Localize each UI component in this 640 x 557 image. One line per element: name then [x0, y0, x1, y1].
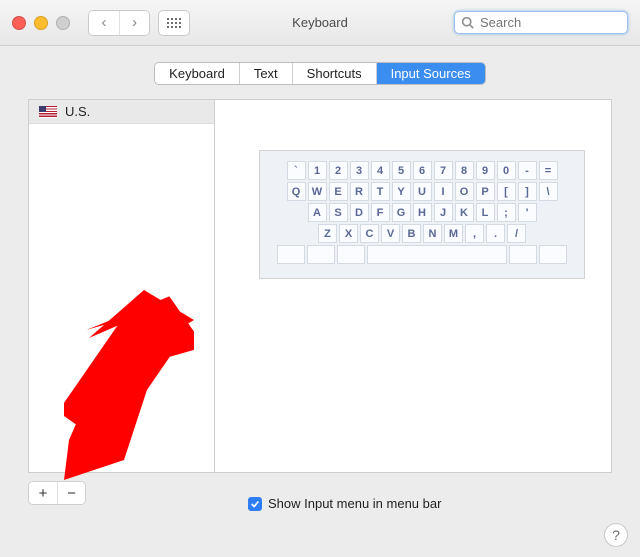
- tab-keyboard[interactable]: Keyboard: [155, 63, 239, 84]
- key: [367, 245, 507, 264]
- toolbar: ‹ › Keyboard: [0, 0, 640, 46]
- show-input-menu-row: Show Input menu in menu bar: [248, 496, 441, 511]
- window-controls: [12, 16, 70, 30]
- key: T: [371, 182, 390, 201]
- grid-icon: [167, 18, 181, 28]
- minimize-icon[interactable]: [34, 16, 48, 30]
- keyboard-layout-preview: ` 1 2 3 4 5 6 7 8 9 0 - =: [259, 150, 585, 279]
- source-name: U.S.: [65, 104, 90, 119]
- plus-icon: +: [39, 485, 48, 502]
- key: Y: [392, 182, 411, 201]
- key: ': [518, 203, 537, 222]
- help-button[interactable]: ?: [604, 523, 628, 547]
- add-source-button[interactable]: +: [29, 482, 57, 504]
- key: K: [455, 203, 474, 222]
- key: N: [423, 224, 442, 243]
- key: [: [497, 182, 516, 201]
- key: L: [476, 203, 495, 222]
- content: U.S. ` 1 2 3 4 5 6 7 8 9: [28, 99, 612, 473]
- show-all-button[interactable]: [158, 10, 190, 36]
- source-detail: ` 1 2 3 4 5 6 7 8 9 0 - =: [215, 100, 611, 472]
- tab-text[interactable]: Text: [239, 63, 292, 84]
- key: [307, 245, 335, 264]
- chevron-left-icon: ‹: [102, 14, 107, 31]
- key: [509, 245, 537, 264]
- chevron-right-icon: ›: [132, 14, 137, 31]
- key: 7: [434, 161, 453, 180]
- forward-button[interactable]: ›: [119, 11, 149, 35]
- key: F: [371, 203, 390, 222]
- key: ;: [497, 203, 516, 222]
- key: O: [455, 182, 474, 201]
- add-remove-buttons: + −: [28, 481, 86, 505]
- key: J: [434, 203, 453, 222]
- key: [277, 245, 305, 264]
- key: X: [339, 224, 358, 243]
- close-icon[interactable]: [12, 16, 26, 30]
- key: =: [539, 161, 558, 180]
- key: M: [444, 224, 463, 243]
- key: 6: [413, 161, 432, 180]
- keyboard-prefs-window: ‹ › Keyboard Keyboard Text Shortcuts Inp…: [0, 0, 640, 557]
- key: I: [434, 182, 453, 201]
- tab-segment: Keyboard Text Shortcuts Input Sources: [154, 62, 486, 85]
- key: A: [308, 203, 327, 222]
- tab-bar: Keyboard Text Shortcuts Input Sources: [0, 46, 640, 99]
- key: -: [518, 161, 537, 180]
- minus-icon: −: [67, 485, 76, 502]
- key: B: [402, 224, 421, 243]
- key: W: [308, 182, 327, 201]
- search-input[interactable]: [478, 14, 621, 31]
- key: V: [381, 224, 400, 243]
- key: C: [360, 224, 379, 243]
- us-flag-icon: [39, 106, 57, 118]
- key: ,: [465, 224, 484, 243]
- tab-shortcuts[interactable]: Shortcuts: [292, 63, 376, 84]
- key: R: [350, 182, 369, 201]
- key: D: [350, 203, 369, 222]
- remove-source-button[interactable]: −: [57, 482, 85, 504]
- question-icon: ?: [612, 527, 620, 543]
- source-list[interactable]: U.S.: [29, 100, 215, 472]
- key: S: [329, 203, 348, 222]
- nav-buttons: ‹ ›: [88, 10, 150, 36]
- key: 1: [308, 161, 327, 180]
- search-field[interactable]: [454, 11, 628, 34]
- key: 5: [392, 161, 411, 180]
- tab-input-sources[interactable]: Input Sources: [376, 63, 485, 84]
- key: P: [476, 182, 495, 201]
- key: E: [329, 182, 348, 201]
- search-icon: [461, 16, 474, 29]
- key: .: [486, 224, 505, 243]
- key: 3: [350, 161, 369, 180]
- key: /: [507, 224, 526, 243]
- key: 2: [329, 161, 348, 180]
- key: ]: [518, 182, 537, 201]
- key: H: [413, 203, 432, 222]
- key: G: [392, 203, 411, 222]
- key: \: [539, 182, 558, 201]
- back-button[interactable]: ‹: [89, 11, 119, 35]
- list-item[interactable]: U.S.: [29, 100, 214, 124]
- show-input-menu-checkbox[interactable]: [248, 497, 262, 511]
- key: 9: [476, 161, 495, 180]
- key: 8: [455, 161, 474, 180]
- key: 4: [371, 161, 390, 180]
- zoom-icon[interactable]: [56, 16, 70, 30]
- key: U: [413, 182, 432, 201]
- checkmark-icon: [250, 499, 260, 509]
- key: Q: [287, 182, 306, 201]
- key: `: [287, 161, 306, 180]
- key: [337, 245, 365, 264]
- key: [539, 245, 567, 264]
- key: 0: [497, 161, 516, 180]
- show-input-menu-label: Show Input menu in menu bar: [268, 496, 441, 511]
- key: Z: [318, 224, 337, 243]
- input-sources-panel: U.S. ` 1 2 3 4 5 6 7 8 9: [28, 99, 612, 473]
